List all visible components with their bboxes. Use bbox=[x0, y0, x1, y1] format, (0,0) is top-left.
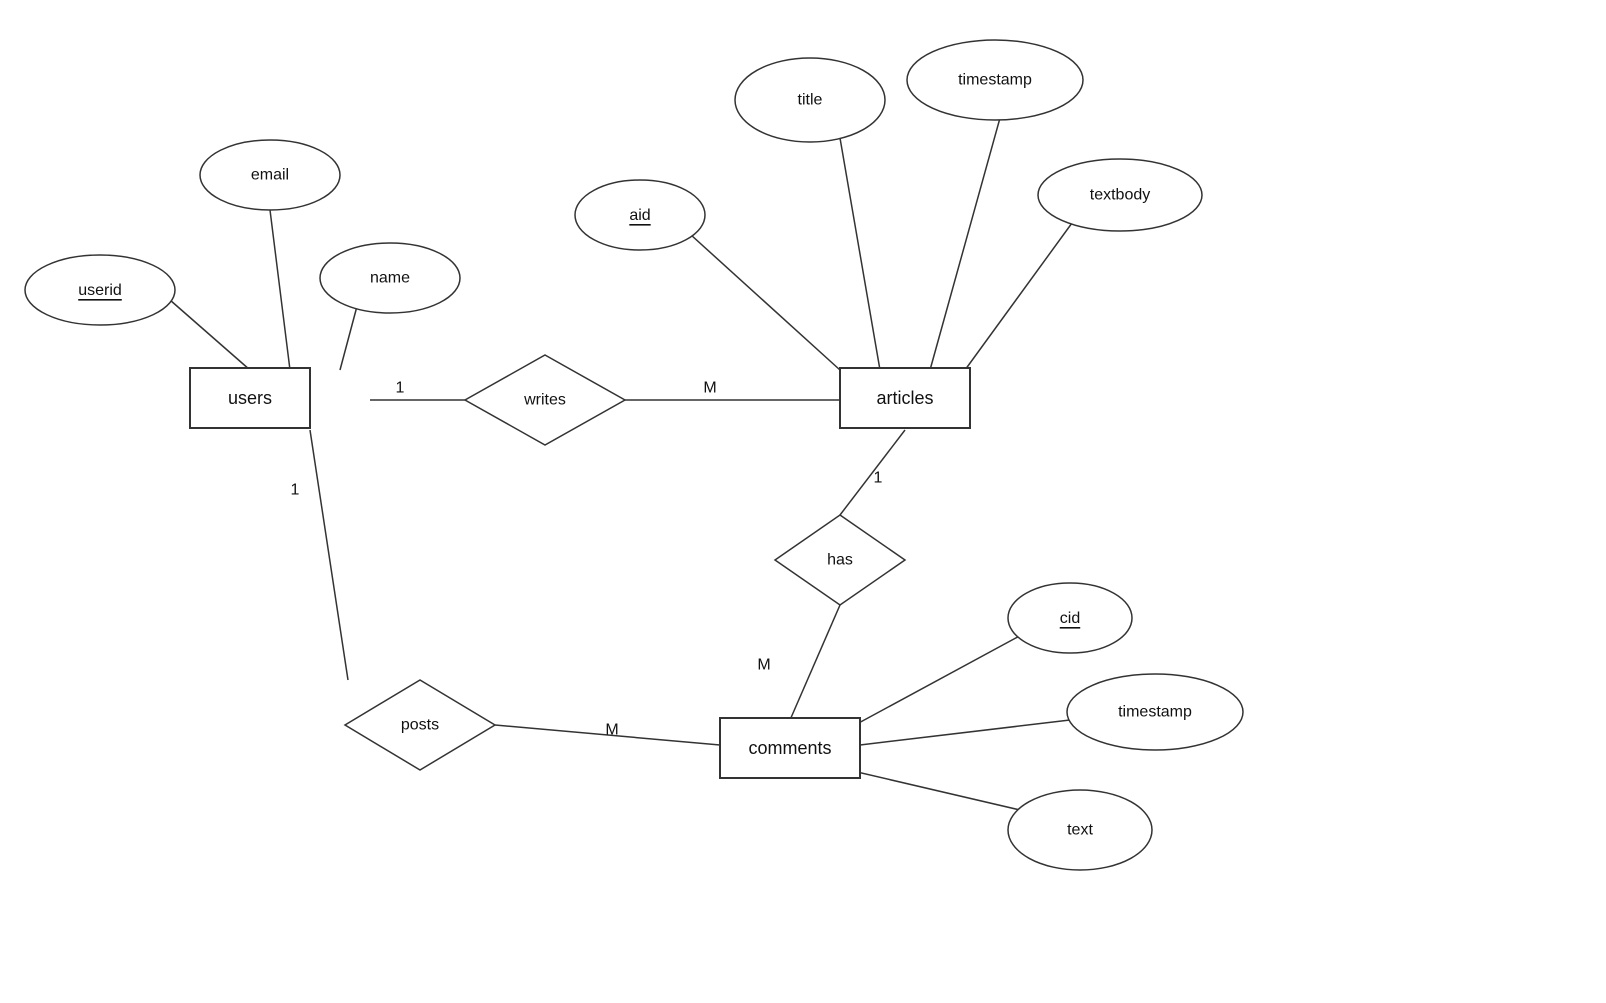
connector-has-comments bbox=[790, 605, 840, 720]
card-comments-has: M bbox=[757, 657, 770, 674]
entity-comments-label: comments bbox=[748, 738, 831, 758]
card-articles-writes: M bbox=[703, 380, 716, 397]
attr-email-label: email bbox=[251, 167, 289, 184]
connector-timestamp-articles bbox=[930, 118, 1000, 370]
attr-userid-label: userid bbox=[78, 282, 122, 299]
attr-aid-label: aid bbox=[629, 207, 650, 224]
attr-name-label: name bbox=[370, 270, 410, 287]
entity-articles-label: articles bbox=[876, 388, 933, 408]
connector-cid-comments bbox=[855, 633, 1025, 725]
er-diagram: userid email name aid title timestamp te… bbox=[0, 0, 1606, 998]
connector-articles-has bbox=[840, 430, 905, 515]
rel-posts-label: posts bbox=[401, 717, 439, 734]
connector-text-comments bbox=[840, 768, 1020, 810]
connector-timestamp-comments bbox=[860, 720, 1070, 745]
connector-aid-articles bbox=[680, 225, 840, 370]
attr-textbody-label: textbody bbox=[1090, 187, 1150, 204]
card-comments-posts: M bbox=[605, 722, 618, 739]
connector-userid-users bbox=[170, 300, 250, 370]
attr-text-label: text bbox=[1067, 822, 1093, 839]
connector-textbody-articles bbox=[965, 212, 1080, 370]
card-users-posts: 1 bbox=[291, 482, 300, 499]
rel-writes-label: writes bbox=[523, 392, 566, 409]
connector-users-posts bbox=[310, 430, 348, 680]
attr-timestamp-comments-label: timestamp bbox=[1118, 704, 1192, 721]
connector-title-articles bbox=[840, 138, 880, 370]
attr-title-label: title bbox=[798, 92, 823, 109]
connector-email-users bbox=[270, 210, 290, 370]
card-users-writes: 1 bbox=[396, 380, 405, 397]
attr-cid-label: cid bbox=[1060, 610, 1080, 627]
attr-timestamp-articles-label: timestamp bbox=[958, 72, 1032, 89]
rel-has-label: has bbox=[827, 552, 853, 569]
entity-users-label: users bbox=[228, 388, 272, 408]
card-articles-has: 1 bbox=[874, 470, 883, 487]
